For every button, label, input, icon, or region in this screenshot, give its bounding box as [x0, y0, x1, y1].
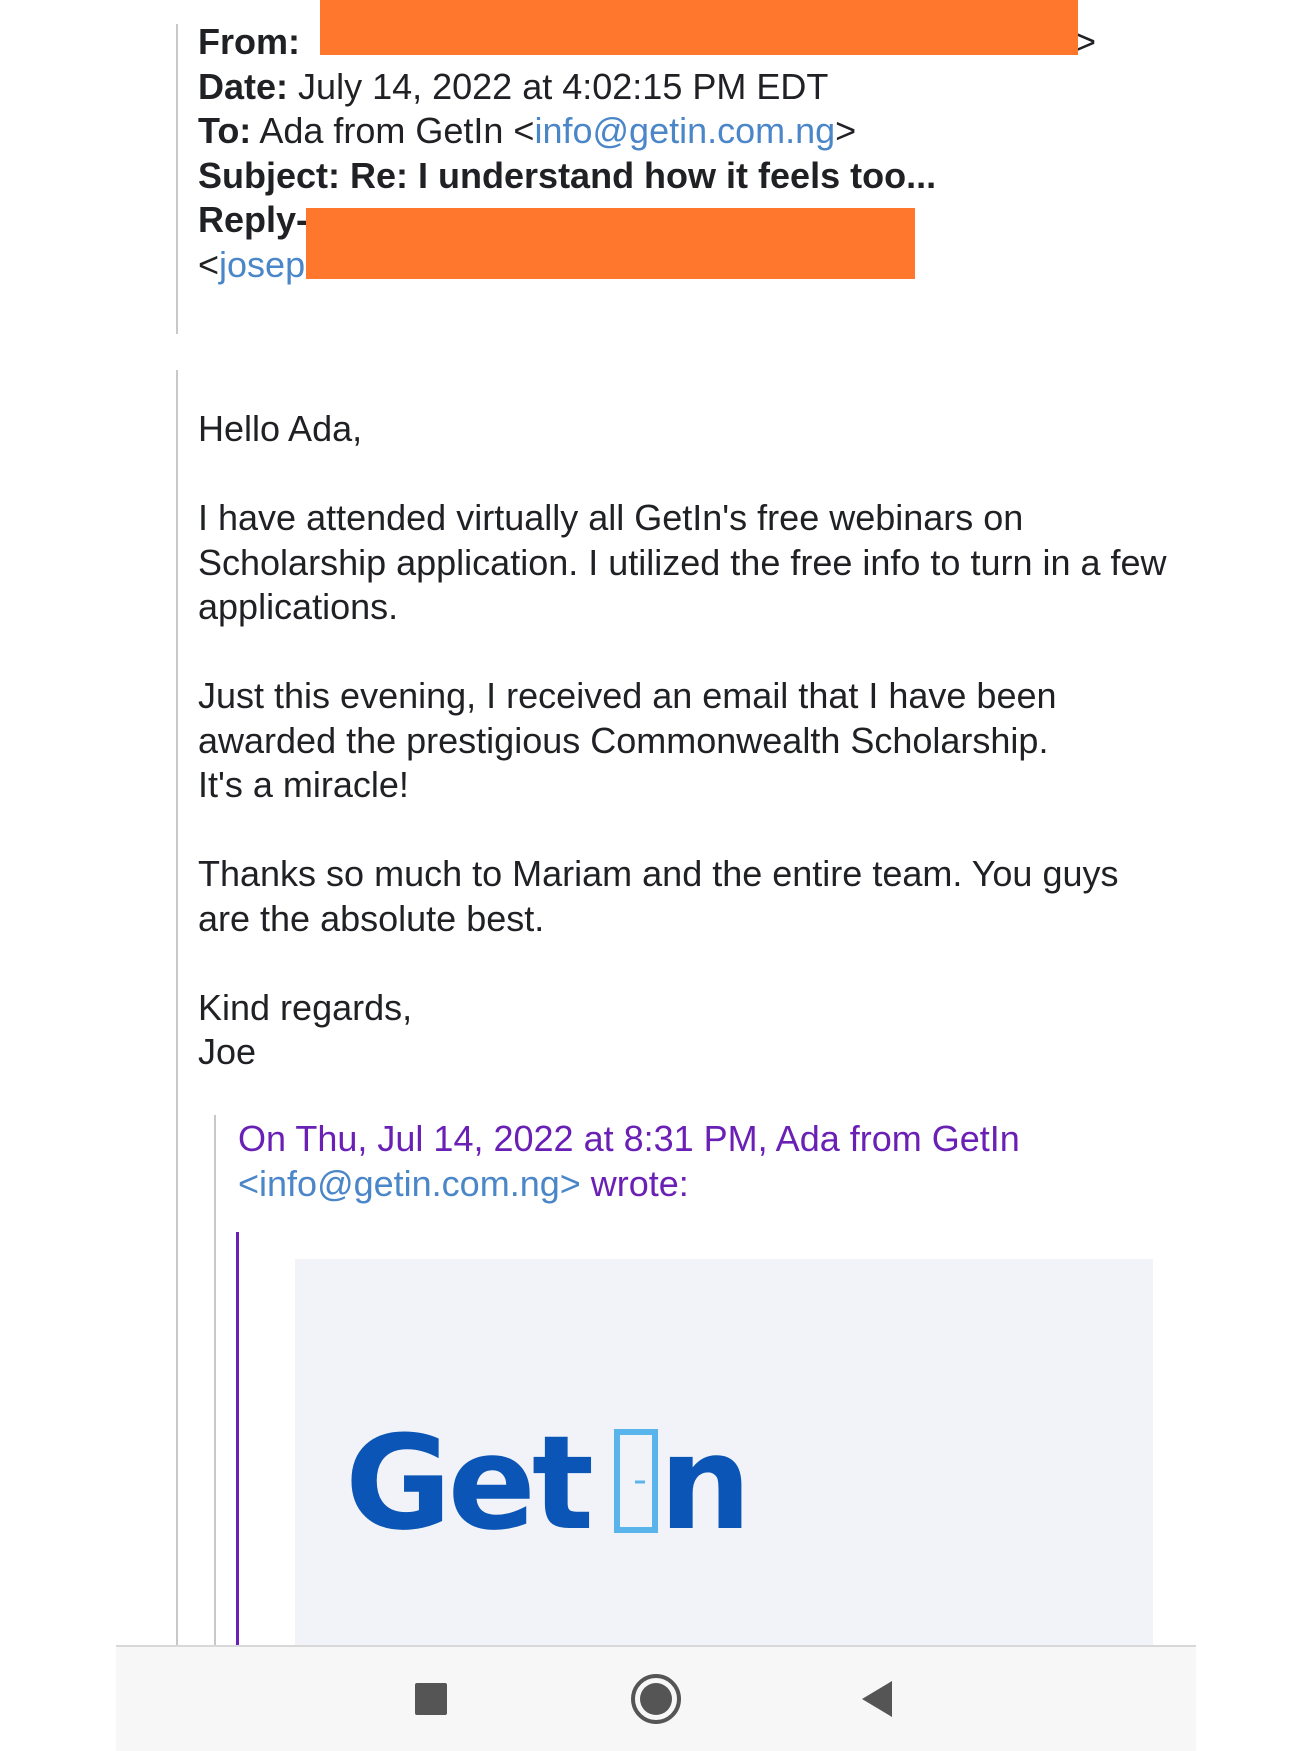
from-label: From:	[198, 21, 300, 62]
logo-text-get: Get	[345, 1414, 592, 1554]
date-value: July 14, 2022 at 4:02:15 PM EDT	[298, 65, 829, 107]
signoff: Kind regards,	[198, 986, 413, 1028]
paragraph-thanks: Thanks so much to Mariam and the entire …	[198, 853, 1119, 939]
reply-to-label: Reply-	[198, 199, 309, 240]
to-row: To: Ada from GetIn <info@getin.com.ng>	[198, 109, 1198, 154]
subject-row: Subject: Re: I understand how it feels t…	[198, 154, 1198, 199]
recent-apps-icon	[415, 1683, 447, 1715]
subject-value: Re: I understand how it feels too...	[350, 154, 937, 196]
to-close: >	[835, 110, 857, 151]
date-label: Date:	[198, 65, 289, 107]
quote-attribution-text: On Thu, Jul 14, 2022 at 8:31 PM, Ada fro…	[238, 1118, 1020, 1159]
to-email-link[interactable]: info@getin.com.ng	[534, 110, 835, 151]
quote-wrote: wrote:	[580, 1162, 689, 1204]
system-navigation-bar	[116, 1645, 1196, 1751]
back-icon	[862, 1681, 892, 1717]
logo-text-n: n	[659, 1414, 752, 1554]
redaction-from	[320, 0, 1078, 55]
to-name: Ada from GetIn <	[259, 110, 535, 151]
home-button[interactable]	[596, 1647, 716, 1751]
greeting: Hello Ada,	[198, 408, 363, 449]
getin-logo-banner: Get n	[295, 1259, 1153, 1649]
message-body: Hello Ada, I have attended virtually all…	[198, 407, 1178, 1075]
signature: Joe	[198, 1031, 257, 1072]
quote-attribution: On Thu, Jul 14, 2022 at 8:31 PM, Ada fro…	[238, 1117, 1178, 1206]
reply-to-open: <	[198, 243, 220, 285]
paragraph-scholarship: Just this evening, I received an email t…	[198, 674, 1178, 808]
quoted-content-bar	[236, 1232, 239, 1647]
subject-label: Subject:	[198, 154, 341, 196]
thread-line-header	[176, 24, 178, 334]
from-tail: >	[1075, 21, 1097, 62]
signoff-block: Kind regards, Joe	[198, 986, 1178, 1075]
thread-line-body	[176, 370, 178, 1749]
redaction-reply-to	[306, 208, 915, 279]
reply-to-email-link[interactable]: josep	[219, 244, 305, 285]
back-button[interactable]	[818, 1647, 938, 1751]
home-icon	[631, 1674, 681, 1724]
date-row: Date: July 14, 2022 at 4:02:15 PM EDT	[198, 65, 1198, 110]
getin-logo: Get n	[345, 1414, 752, 1554]
recent-apps-button[interactable]	[371, 1647, 491, 1751]
paragraph-webinars: I have attended virtually all GetIn's fr…	[198, 497, 1167, 627]
to-label: To:	[198, 110, 252, 151]
paragraph-miracle: It's a miracle!	[198, 764, 409, 805]
quote-email-link[interactable]: <info@getin.com.ng>	[238, 1163, 581, 1204]
paragraph-scholarship-text: Just this evening, I received an email t…	[198, 675, 1057, 761]
